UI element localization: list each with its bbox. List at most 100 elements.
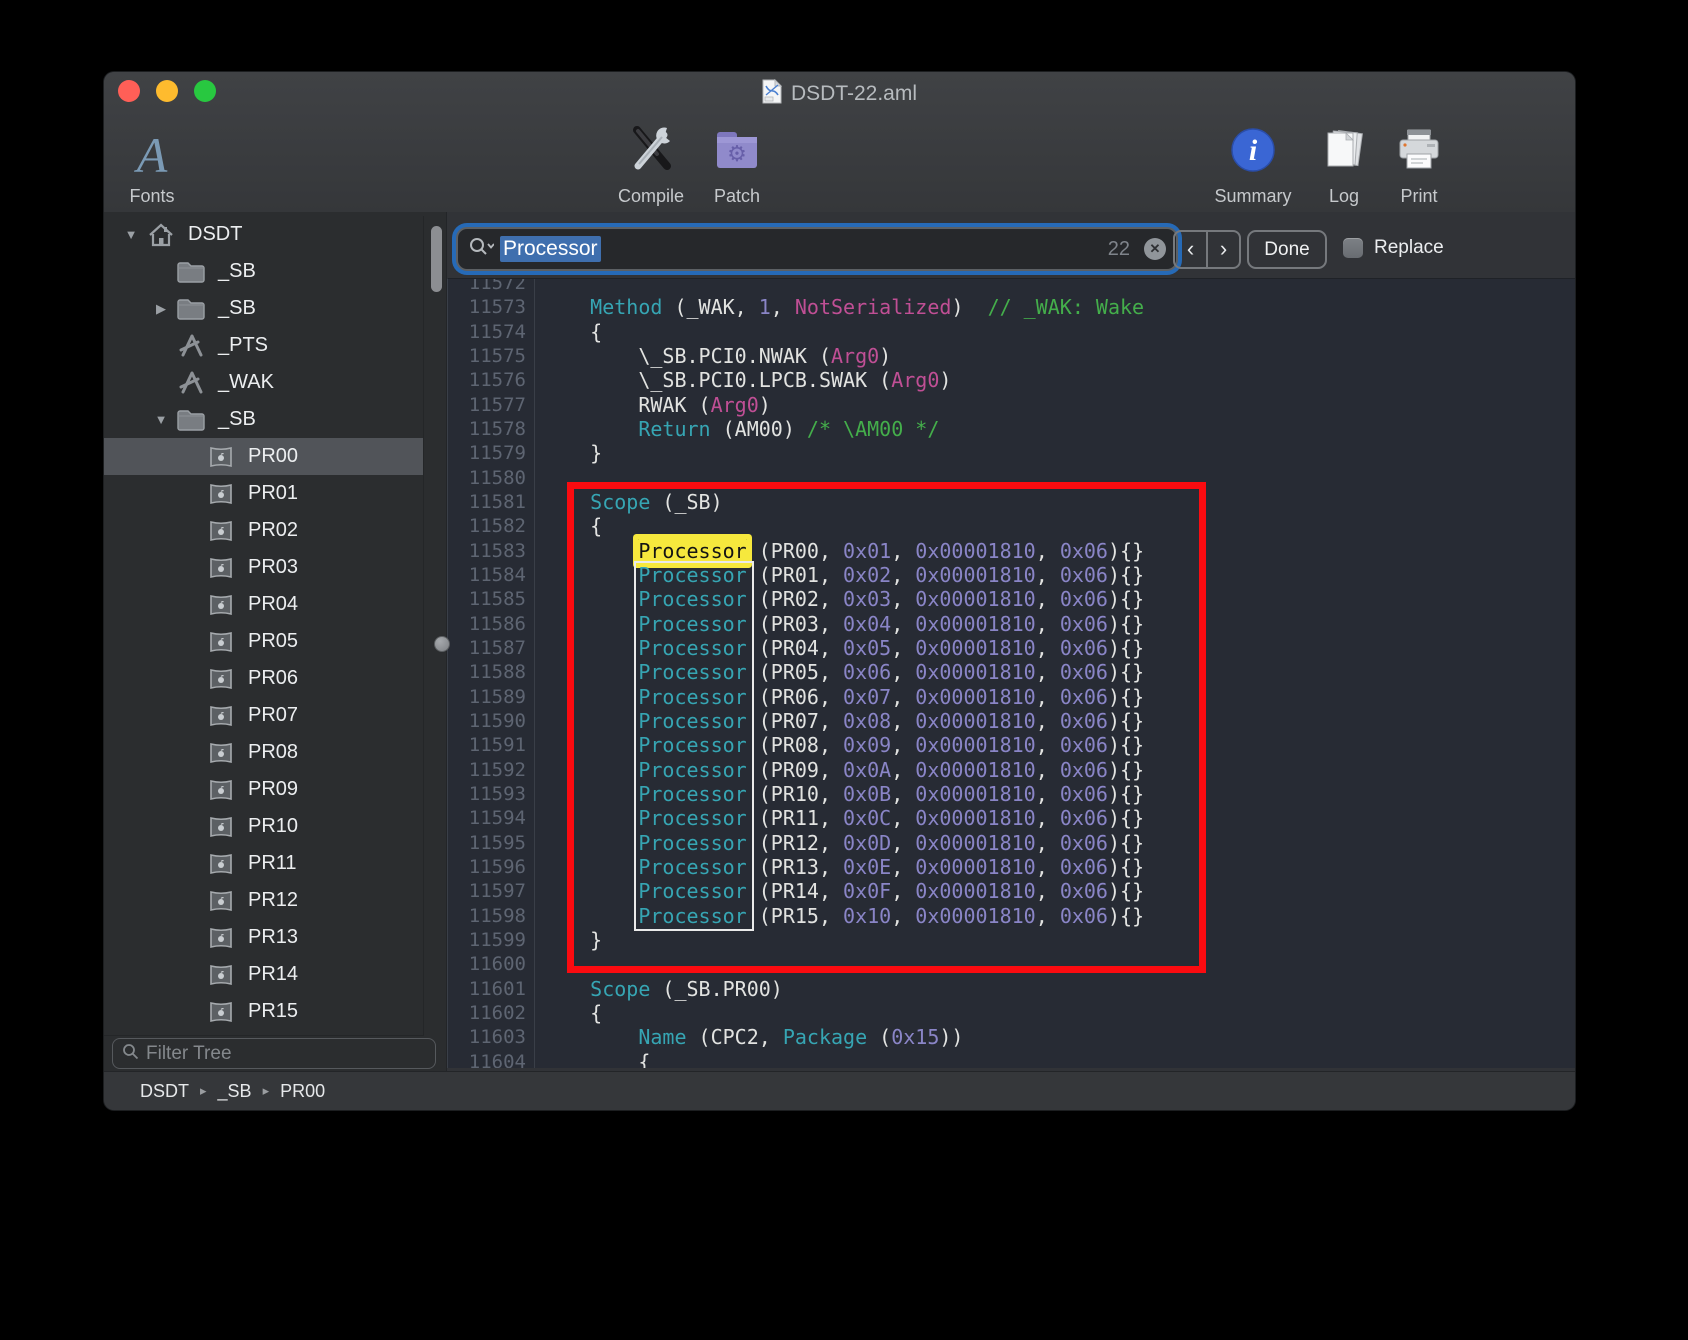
tree-item-label: PR12: [238, 889, 298, 912]
code-editor[interactable]: 1157211573 Method (_WAK, 1, NotSerialize…: [447, 278, 1575, 1068]
code-line: 11586 Processor (PR03, 0x04, 0x00001810,…: [448, 612, 1575, 636]
line-number: 11579: [448, 441, 535, 465]
tree-item-pr02[interactable]: PR02: [104, 512, 423, 549]
line-text: {: [535, 1001, 602, 1025]
filter-tree-field[interactable]: Filter Tree: [112, 1038, 436, 1069]
svg-text:⚙: ⚙: [727, 142, 747, 167]
line-number: 11576: [448, 368, 535, 392]
folder-icon: [174, 408, 208, 432]
code-line: 11603 Name (CPC2, Package (0x15)): [448, 1025, 1575, 1049]
tree-item-label: PR14: [238, 963, 298, 986]
tree-item-label: _SB: [208, 408, 256, 431]
tree-item-pr04[interactable]: PR04: [104, 586, 423, 623]
line-text: Processor (PR10, 0x0B, 0x00001810, 0x06)…: [535, 782, 1144, 806]
code-line: 11604 {: [448, 1050, 1575, 1069]
tree-item-pr00[interactable]: PR00: [104, 438, 423, 475]
tree-item-label: PR10: [238, 815, 298, 838]
device-icon: [204, 778, 238, 802]
code-line: 11585 Processor (PR02, 0x03, 0x00001810,…: [448, 587, 1575, 611]
toolbar-patch-button[interactable]: ⚙ Patch: [697, 120, 777, 206]
device-icon: [204, 741, 238, 765]
line-number: 11573: [448, 295, 535, 319]
toolbar-label: Compile: [618, 186, 684, 206]
find-previous-button[interactable]: ‹: [1175, 232, 1208, 267]
disclosure-triangle[interactable]: ▼: [148, 412, 174, 427]
tree-item-pr15[interactable]: PR15: [104, 993, 423, 1030]
tree-item-pr09[interactable]: PR09: [104, 771, 423, 808]
line-number: 11588: [448, 660, 535, 684]
device-icon: [204, 593, 238, 617]
tree-item-sb[interactable]: ▶_SB: [104, 290, 423, 327]
summary-icon: i: [1227, 124, 1279, 181]
tree-item-pr13[interactable]: PR13: [104, 919, 423, 956]
line-text: Processor (PR11, 0x0C, 0x00001810, 0x06)…: [535, 806, 1144, 830]
line-text: Name (CPC2, Package (0x15)): [535, 1025, 963, 1049]
fonts-icon: A: [137, 129, 168, 181]
line-text: Processor (PR04, 0x05, 0x00001810, 0x06)…: [535, 636, 1144, 660]
splitter-handle[interactable]: [434, 636, 450, 652]
device-icon: [204, 889, 238, 913]
tree-item-sb[interactable]: ▼ _SB: [104, 401, 423, 438]
tree-item-sb[interactable]: _SB: [104, 253, 423, 290]
done-button[interactable]: Done: [1247, 230, 1327, 269]
tree-item-pr06[interactable]: PR06: [104, 660, 423, 697]
tree-item-wak[interactable]: _WAK: [104, 364, 423, 401]
toolbar-log-button[interactable]: Log: [1309, 120, 1379, 206]
search-query-text[interactable]: Processor: [500, 236, 601, 262]
code-line: 11600: [448, 952, 1575, 976]
device-icon: [204, 556, 238, 580]
line-number: 11585: [448, 587, 535, 611]
replace-checkbox[interactable]: [1343, 238, 1363, 258]
code-line: 11581 Scope (_SB): [448, 490, 1575, 514]
tree-item-pr08[interactable]: PR08: [104, 734, 423, 771]
tree-item-pr12[interactable]: PR12: [104, 882, 423, 919]
tree-item-pr11[interactable]: PR11: [104, 845, 423, 882]
line-text: Method (_WAK, 1, NotSerialized) // _WAK:…: [535, 295, 1144, 319]
tree-item-label: DSDT: [178, 223, 242, 246]
toolbar-compile-button[interactable]: Compile: [601, 120, 701, 206]
search-result-count: 22: [1108, 238, 1130, 261]
tree-item-pr05[interactable]: PR05: [104, 623, 423, 660]
code-line: 11576 \_SB.PCI0.LPCB.SWAK (Arg0): [448, 368, 1575, 392]
tree-item-pr07[interactable]: PR07: [104, 697, 423, 734]
search-field[interactable]: Processor 22 ✕: [456, 227, 1178, 271]
code-line: 11578 Return (AM00) /* \AM00 */: [448, 417, 1575, 441]
sidebar-scrollbar-thumb[interactable]: [431, 226, 442, 292]
breadcrumb-item-pr00[interactable]: PR00: [280, 1081, 325, 1102]
device-icon: [204, 445, 238, 469]
line-number: 11580: [448, 466, 535, 490]
line-number: 11581: [448, 490, 535, 514]
toolbar-print-button[interactable]: Print: [1384, 120, 1454, 206]
disclosure-triangle[interactable]: ▼: [118, 227, 144, 242]
find-next-button[interactable]: ›: [1208, 232, 1239, 267]
breadcrumb-item-dsdt[interactable]: DSDT: [140, 1081, 189, 1102]
device-icon: [204, 926, 238, 950]
search-icon[interactable]: [468, 236, 494, 263]
clear-search-button[interactable]: ✕: [1144, 238, 1166, 260]
tree-item-label: PR11: [238, 852, 297, 875]
tree-item-dsdt[interactable]: ▼ DSDT: [104, 216, 423, 253]
breadcrumb-item-sb[interactable]: _SB: [218, 1081, 252, 1102]
device-icon: [204, 704, 238, 728]
tree-item-pts[interactable]: _PTS: [104, 327, 423, 364]
disclosure-triangle[interactable]: ▶: [148, 301, 174, 317]
toolbar-label: Print: [1400, 186, 1437, 206]
line-number: 11578: [448, 417, 535, 441]
content: ▼DSDT_SB▶_SB_PTS_WAK▼_SBPR00PR01PR02PR03…: [104, 212, 1575, 1072]
navigation-tree[interactable]: ▼DSDT_SB▶_SB_PTS_WAK▼_SBPR00PR01PR02PR03…: [104, 216, 424, 1036]
toolbar-summary-button[interactable]: i Summary: [1203, 120, 1303, 206]
toolbar-fonts-button[interactable]: A Fonts: [120, 120, 184, 206]
tree-item-pr01[interactable]: PR01: [104, 475, 423, 512]
line-number: 11602: [448, 1001, 535, 1025]
tree-item-label: PR08: [238, 741, 298, 764]
tree-item-label: PR05: [238, 630, 298, 653]
line-number: 11603: [448, 1025, 535, 1049]
tree-item-pr03[interactable]: PR03: [104, 549, 423, 586]
tree-item-pr10[interactable]: PR10: [104, 808, 423, 845]
folder-icon: [174, 297, 208, 321]
tree-item-pr14[interactable]: PR14: [104, 956, 423, 993]
line-text: Processor (PR14, 0x0F, 0x00001810, 0x06)…: [535, 879, 1144, 903]
line-text: [535, 952, 542, 976]
line-text: RWAK (Arg0): [535, 393, 771, 417]
line-text: Processor (PR12, 0x0D, 0x00001810, 0x06)…: [535, 831, 1144, 855]
